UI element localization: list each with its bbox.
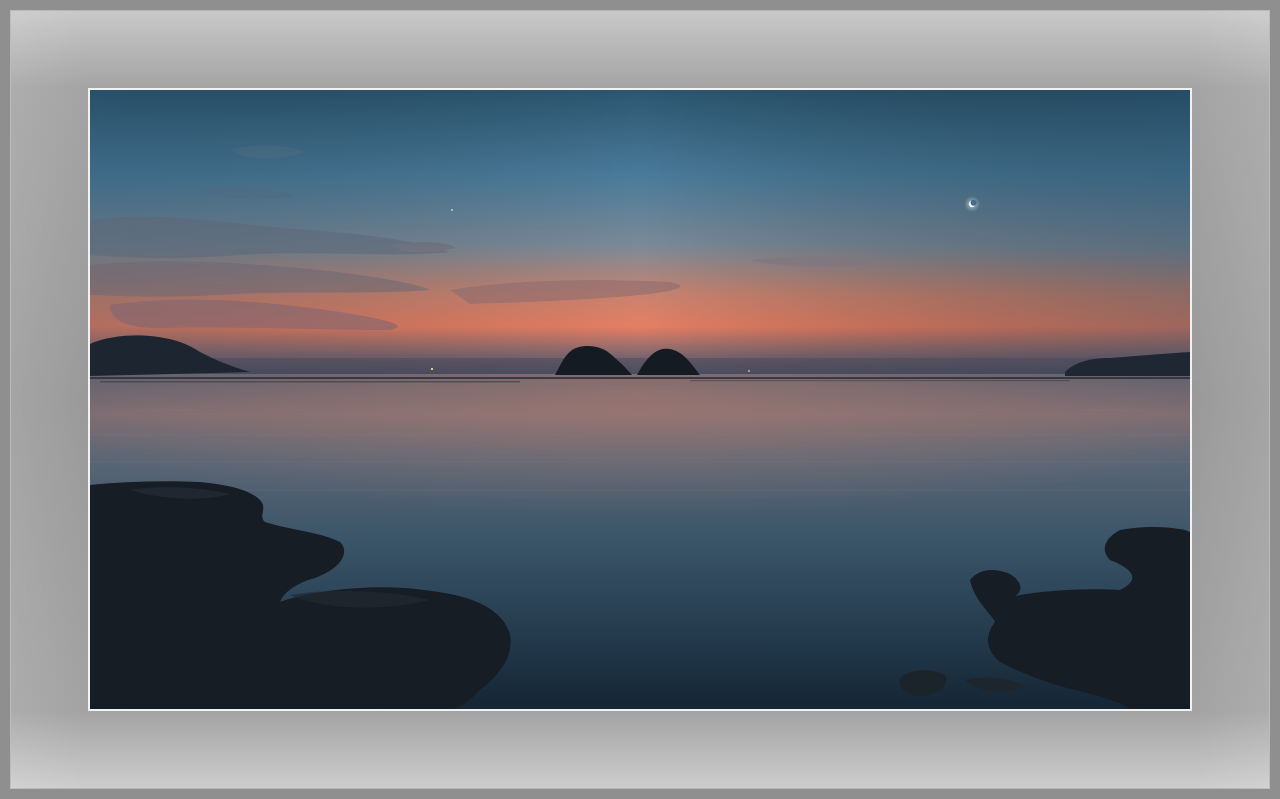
distant-light <box>430 367 434 371</box>
photo-border <box>88 88 1192 711</box>
outer-frame <box>0 0 1280 799</box>
star <box>451 209 453 211</box>
distant-light <box>748 370 750 372</box>
seascape-photo <box>90 90 1190 709</box>
